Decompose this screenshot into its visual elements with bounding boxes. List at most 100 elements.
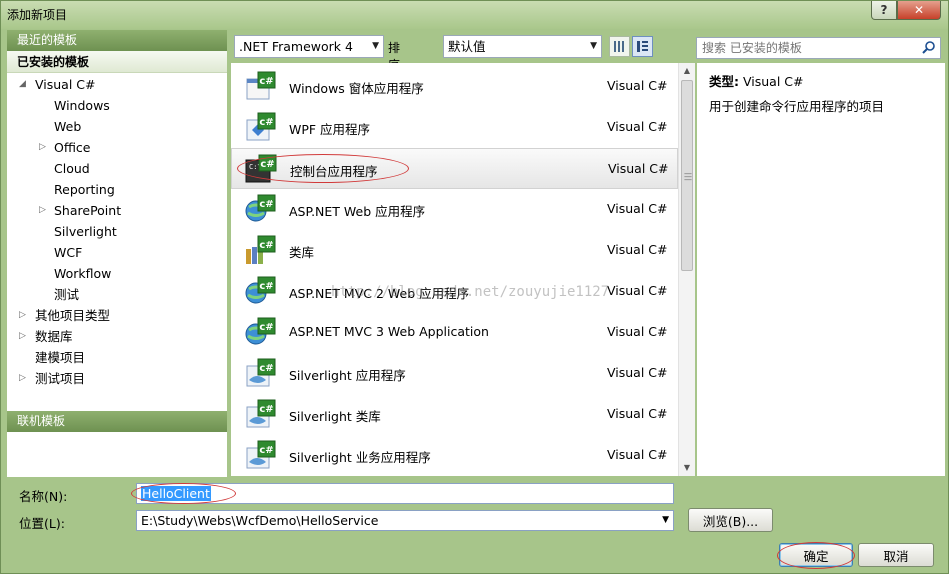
template-row[interactable]: c# 类库 Visual C# — [231, 230, 678, 271]
tree-item-label: Reporting — [54, 182, 115, 197]
template-language: Visual C# — [607, 283, 668, 298]
collapsed-arrow-icon[interactable]: ▷ — [19, 368, 29, 389]
sort-select[interactable]: 默认值 ▼ — [443, 35, 602, 58]
template-name: Silverlight 业务应用程序 — [289, 450, 431, 465]
tree-item[interactable]: Web — [7, 116, 227, 137]
framework-select[interactable]: .NET Framework 4 ▼ — [234, 35, 384, 58]
tree-item-label: 建模项目 — [35, 350, 86, 365]
template-name: Silverlight 类库 — [289, 409, 381, 424]
template-row[interactable]: c# Silverlight 应用程序 Visual C# — [231, 353, 678, 394]
silverlight-app-icon: c# — [244, 358, 276, 390]
template-language: Visual C# — [607, 447, 668, 462]
template-row[interactable]: c# Windows 窗体应用程序 Visual C# — [231, 66, 678, 107]
template-row[interactable]: c# ASP.NET Web 应用程序 Visual C# — [231, 189, 678, 230]
search-box[interactable] — [696, 37, 941, 59]
small-icons-view-icon — [614, 41, 624, 52]
template-row[interactable]: c# ASP.NET MVC 3 Web Application Visual C# — [231, 312, 678, 353]
svg-text:c#: c# — [259, 199, 273, 210]
template-categories-panel: 最近的模板 已安装的模板 ◢ Visual C# Windows Web ▷ Office… — [7, 30, 227, 477]
template-row[interactable]: c# Silverlight 业务应用程序 Visual C# — [231, 435, 678, 476]
tree-item[interactable]: WCF — [7, 242, 227, 263]
tree-item[interactable]: Windows — [7, 95, 227, 116]
search-icon[interactable] — [922, 40, 936, 57]
wpf-icon: c# — [244, 112, 276, 144]
template-name: ASP.NET MVC 2 Web 应用程序 — [289, 286, 470, 301]
name-field[interactable] — [136, 483, 674, 504]
tree-item[interactable]: Silverlight — [7, 221, 227, 242]
tree-item[interactable]: ▷ SharePoint — [7, 200, 227, 221]
template-name: 类库 — [289, 245, 315, 260]
tree-item[interactable]: ▷ 测试项目 — [7, 368, 227, 389]
svg-text:c#: c# — [259, 76, 273, 87]
category-tree: ◢ Visual C# Windows Web ▷ Office Cloud Reportin… — [7, 73, 227, 389]
sort-select-value: 默认值 — [448, 39, 486, 54]
svg-text:c#: c# — [260, 159, 274, 170]
collapsed-arrow-icon[interactable]: ▷ — [19, 326, 29, 347]
template-language: Visual C# — [607, 119, 668, 134]
collapsed-arrow-icon[interactable]: ▷ — [19, 305, 29, 326]
mvc2-icon: c# — [244, 276, 276, 308]
template-row[interactable]: c# Silverlight 类库 Visual C# — [231, 394, 678, 435]
tree-item-label: 测试项目 — [35, 371, 86, 386]
svg-text:c#: c# — [259, 322, 273, 333]
tree-item[interactable]: ▷ 其他项目类型 — [7, 305, 227, 326]
help-button[interactable]: ? — [871, 1, 897, 20]
template-name: 控制台应用程序 — [290, 164, 378, 179]
class-library-icon: c# — [244, 235, 276, 267]
browse-button[interactable]: 浏览(B)... — [688, 508, 773, 532]
template-row[interactable]: C:\ c# 控制台应用程序 Visual C# — [231, 148, 678, 189]
template-row[interactable]: c# ASP.NET MVC 2 Web 应用程序 Visual C# — [231, 271, 678, 312]
search-input[interactable] — [697, 38, 915, 58]
template-list[interactable]: c# Windows 窗体应用程序 Visual C# c# WPF 应用程序 Visua… — [231, 63, 695, 476]
tree-item-label: WCF — [54, 245, 83, 260]
title-bar[interactable]: 添加新项目 ? ✕ — [1, 1, 948, 29]
expanded-arrow-icon[interactable]: ◢ — [19, 74, 29, 95]
scroll-up-arrow-icon[interactable]: ▲ — [679, 63, 695, 79]
svg-text:c#: c# — [259, 404, 273, 415]
online-templates-header[interactable]: 联机模板 — [7, 411, 227, 432]
list-scrollbar[interactable]: ▲ — — — ▼ — [678, 63, 695, 476]
medium-icons-view-button[interactable] — [632, 36, 653, 57]
chevron-down-icon: ▼ — [590, 41, 597, 51]
svg-text:c#: c# — [259, 117, 273, 128]
silverlight-library-icon: c# — [244, 399, 276, 431]
tree-item[interactable]: Reporting — [7, 179, 227, 200]
scroll-down-arrow-icon[interactable]: ▼ — [679, 460, 695, 476]
close-button[interactable]: ✕ — [897, 1, 941, 20]
collapsed-arrow-icon[interactable]: ▷ — [39, 200, 49, 221]
template-language: Visual C# — [607, 242, 668, 257]
template-language: Visual C# — [607, 201, 668, 216]
installed-templates-section: 已安装的模板 ◢ Visual C# Windows Web ▷ Office Cloud R… — [7, 51, 227, 412]
template-row[interactable]: c# WPF 应用程序 Visual C# — [231, 107, 678, 148]
ok-button[interactable]: 确定 — [779, 543, 853, 567]
tree-item[interactable]: ▷ Office — [7, 137, 227, 158]
collapsed-arrow-icon[interactable]: ▷ — [39, 137, 49, 158]
aspnet-web-icon: c# — [244, 194, 276, 226]
svg-text:c#: c# — [259, 445, 273, 456]
recent-templates-header[interactable]: 最近的模板 — [7, 30, 227, 51]
add-new-project-dialog: 添加新项目 ? ✕ 最近的模板 已安装的模板 ◢ Visual C# Windows… — [0, 0, 949, 574]
small-icons-view-button[interactable] — [609, 36, 630, 57]
installed-templates-header[interactable]: 已安装的模板 — [7, 51, 227, 73]
scrollbar-thumb[interactable]: — — — — [681, 80, 693, 271]
location-value: E:\Study\Webs\WcfDemo\HelloService — [141, 513, 379, 528]
chevron-down-icon[interactable]: ▼ — [662, 511, 669, 530]
tree-item-label: Visual C# — [35, 77, 96, 92]
location-combobox[interactable]: E:\Study\Webs\WcfDemo\HelloService ▼ — [136, 510, 674, 531]
grip-icon: — — — — [684, 169, 692, 184]
tree-item[interactable]: Workflow — [7, 263, 227, 284]
tree-item[interactable]: ▷ 数据库 — [7, 326, 227, 347]
tree-item[interactable]: 测试 — [7, 284, 227, 305]
tree-item[interactable]: Cloud — [7, 158, 227, 179]
template-name: ASP.NET Web 应用程序 — [289, 204, 426, 219]
tree-item-label: Office — [54, 140, 91, 155]
location-label: 位置(L): — [19, 516, 65, 531]
online-templates-section: 联机模板 — [7, 411, 227, 432]
window-title: 添加新项目 — [7, 8, 68, 22]
tree-item[interactable]: 建模项目 — [7, 347, 227, 368]
tree-item-label: 数据库 — [35, 329, 73, 344]
tree-item[interactable]: ◢ Visual C# — [7, 74, 227, 95]
template-language: Visual C# — [607, 78, 668, 93]
cancel-button[interactable]: 取消 — [858, 543, 934, 567]
template-language: Visual C# — [608, 161, 669, 176]
